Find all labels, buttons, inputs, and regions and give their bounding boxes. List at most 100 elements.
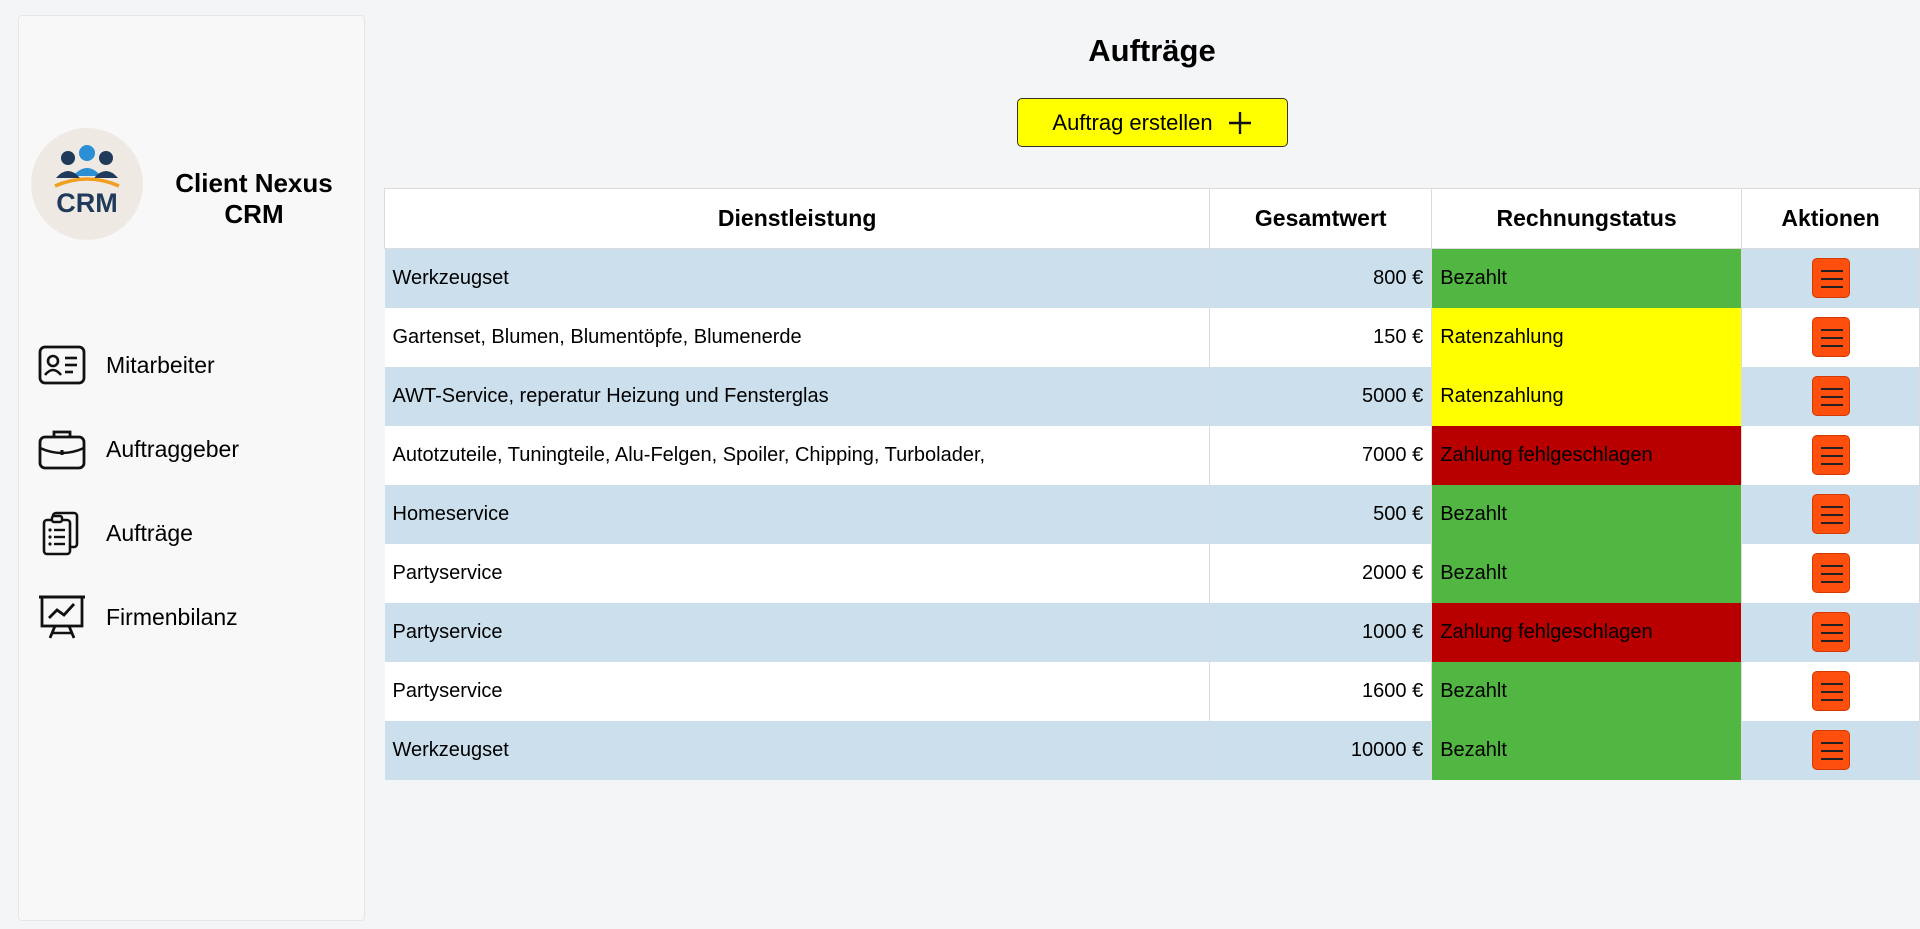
sidebar-item-label: Firmenbilanz (106, 603, 238, 630)
cell-service: Werkzeugset (384, 720, 1211, 780)
hamburger-icon-line (1820, 640, 1843, 642)
sidebar-item-auftraggeber[interactable]: Auftraggeber (37, 422, 357, 476)
hamburger-icon-line (1820, 683, 1843, 685)
cell-service: AWT-Service, reperatur Heizung und Fenst… (384, 366, 1211, 426)
cell-service: Partyservice (384, 543, 1211, 603)
people-group-icon: CRM (54, 145, 120, 218)
table-row: AWT-Service, reperatur Heizung und Fenst… (384, 366, 1920, 426)
hamburger-icon-line (1820, 573, 1843, 575)
hamburger-icon-line (1820, 699, 1843, 701)
page-title: Aufträge (1088, 33, 1216, 68)
cell-total: 500 € (1209, 484, 1433, 544)
cell-actions (1741, 307, 1920, 367)
column-header-actions: Aktionen (1741, 188, 1920, 249)
main-content: Aufträge Auftrag erstellen Dienstleistun… (383, 0, 1920, 929)
row-menu-button[interactable] (1811, 730, 1850, 770)
row-menu-button[interactable] (1811, 435, 1850, 475)
logo-text: CRM (56, 188, 118, 218)
hamburger-icon-line (1820, 624, 1843, 626)
hamburger-icon-line (1820, 329, 1843, 331)
clipboard-list-icon (42, 511, 79, 556)
cell-actions (1741, 248, 1920, 308)
id-card-icon (38, 345, 86, 385)
column-header-status: Rechnungstatus (1431, 188, 1743, 249)
sidebar-item-mitarbeiter[interactable]: Mitarbeiter (37, 338, 357, 392)
row-menu-button[interactable] (1811, 317, 1850, 357)
table-row: Werkzeugset 10000 € Bezahlt (384, 720, 1920, 780)
sidebar-item-auftraege[interactable]: Aufträge (37, 506, 357, 560)
table-row: Autotzuteile, Tuningteile, Alu-Felgen, S… (384, 425, 1920, 485)
status-badge: Zahlung fehlgeschlagen (1431, 425, 1743, 485)
status-badge: Bezahlt (1431, 543, 1743, 603)
status-badge: Zahlung fehlgeschlagen (1431, 602, 1743, 662)
table-row: Partyservice 2000 € Bezahlt (384, 543, 1920, 603)
cell-total: 150 € (1209, 307, 1433, 367)
cell-total: 800 € (1209, 248, 1433, 308)
briefcase-icon (38, 430, 86, 470)
sidebar-nav: Mitarbeiter Auftraggeber Aufträge Firmen… (37, 338, 357, 674)
row-menu-button[interactable] (1811, 553, 1850, 593)
orders-table: Dienstleistung Gesamtwert Rechnungstatus… (383, 188, 1920, 780)
sidebar-item-label: Mitarbeiter (106, 351, 215, 378)
sidebar-item-firmenbilanz[interactable]: Firmenbilanz (37, 590, 357, 644)
status-badge: Bezahlt (1431, 248, 1743, 308)
cell-total: 1600 € (1209, 661, 1433, 721)
sidebar-item-label: Aufträge (106, 519, 193, 546)
hamburger-icon-line (1820, 750, 1843, 752)
create-order-button[interactable]: Auftrag erstellen (1017, 98, 1288, 147)
hamburger-icon-line (1820, 455, 1843, 457)
column-header-service: Dienstleistung (383, 188, 1211, 249)
cell-total: 2000 € (1209, 543, 1433, 603)
plus-icon (1228, 111, 1251, 134)
hamburger-icon-line (1820, 514, 1843, 516)
hamburger-icon-line (1820, 463, 1843, 465)
hamburger-icon-line (1820, 270, 1843, 273)
hamburger-icon-line (1820, 565, 1843, 567)
status-badge: Bezahlt (1431, 484, 1743, 544)
table-row: Partyservice 1600 € Bezahlt (384, 661, 1920, 721)
cell-service: Autotzuteile, Tuningteile, Alu-Felgen, S… (384, 425, 1211, 485)
hamburger-icon-line (1820, 388, 1843, 390)
hamburger-icon-line (1820, 286, 1843, 289)
table-row: Gartenset, Blumen, Blumentöpfe, Blumener… (384, 307, 1920, 367)
cell-actions (1741, 602, 1920, 662)
hamburger-icon-line (1820, 396, 1843, 398)
cell-actions (1741, 425, 1920, 485)
row-menu-button[interactable] (1811, 671, 1850, 711)
cell-actions (1741, 661, 1920, 721)
hamburger-icon-line (1820, 691, 1843, 693)
cell-service: Gartenset, Blumen, Blumentöpfe, Blumener… (384, 307, 1211, 367)
brand-name: Client Nexus CRM (175, 168, 333, 229)
row-menu-button[interactable] (1811, 376, 1850, 416)
create-order-label: Auftrag erstellen (1052, 109, 1213, 135)
hamburger-icon-line (1820, 758, 1843, 760)
table-row: Homeservice 500 € Bezahlt (384, 484, 1920, 544)
sidebar: CRM Client Nexus CRM Mitarbeiter Auftrag… (18, 15, 365, 921)
cell-actions (1741, 543, 1920, 603)
cell-actions (1741, 484, 1920, 544)
brand: CRM Client Nexus CRM (31, 128, 361, 243)
cell-actions (1741, 720, 1920, 780)
crm-logo[interactable]: CRM (31, 128, 143, 240)
hamburger-icon-line (1820, 278, 1843, 281)
column-header-total: Gesamtwert (1209, 188, 1433, 249)
hamburger-icon-line (1820, 447, 1843, 449)
cell-service: Homeservice (384, 484, 1211, 544)
row-menu-button[interactable] (1811, 612, 1850, 652)
presentation-chart-icon (39, 595, 85, 639)
sidebar-item-label: Auftraggeber (106, 435, 239, 462)
cell-actions (1741, 366, 1920, 426)
hamburger-icon-line (1820, 506, 1843, 508)
row-menu-button[interactable] (1811, 258, 1850, 299)
cell-total: 5000 € (1209, 366, 1433, 426)
cell-service: Partyservice (384, 661, 1211, 721)
hamburger-icon-line (1820, 632, 1843, 634)
cell-total: 1000 € (1209, 602, 1433, 662)
table-row: Partyservice 1000 € Zahlung fehlgeschlagen (384, 602, 1920, 662)
cell-total: 10000 € (1209, 720, 1433, 780)
hamburger-icon-line (1820, 742, 1843, 744)
table-header-row: Dienstleistung Gesamtwert Rechnungstatus… (383, 188, 1920, 249)
row-menu-button[interactable] (1811, 494, 1850, 534)
cell-service: Werkzeugset (384, 248, 1211, 308)
hamburger-icon-line (1820, 337, 1843, 339)
